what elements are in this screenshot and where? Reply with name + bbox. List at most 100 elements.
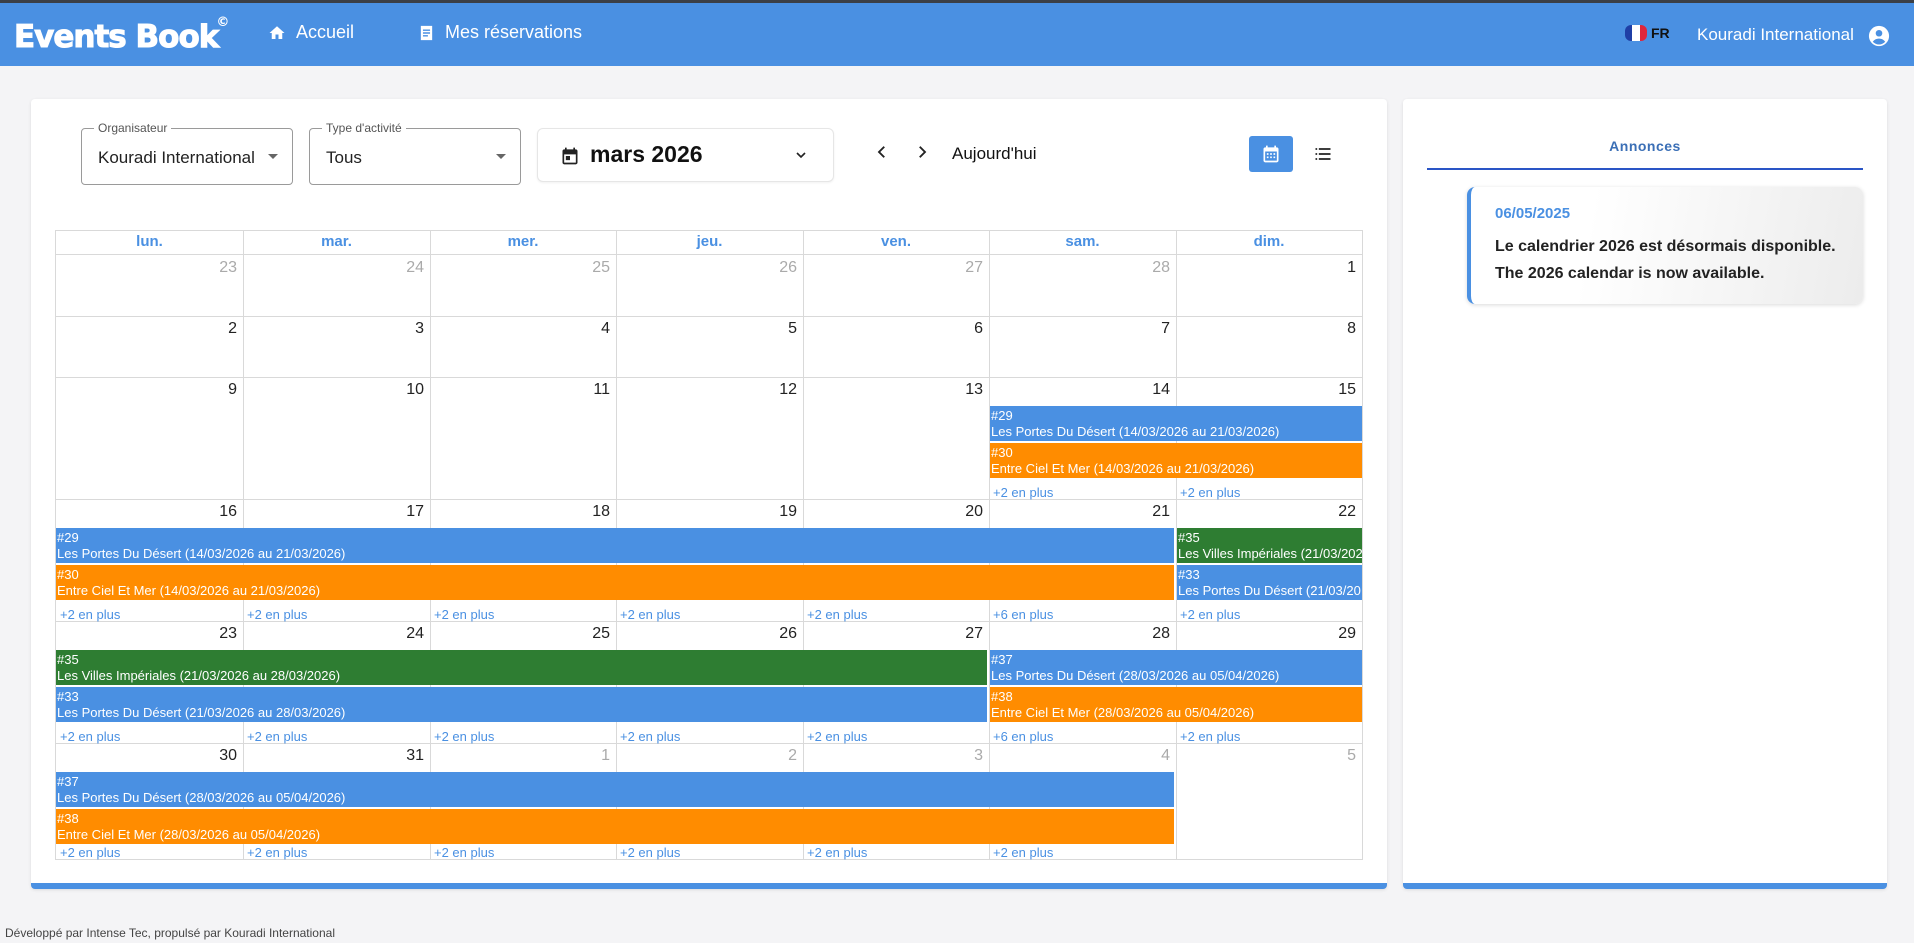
more-events-link[interactable]: +2 en plus	[247, 729, 307, 744]
tab-announcements[interactable]: Annonces	[1427, 138, 1863, 154]
more-events-link[interactable]: +2 en plus	[807, 607, 867, 622]
account-circle-icon[interactable]	[1868, 25, 1890, 47]
day-number[interactable]: 1	[580, 747, 610, 765]
day-number[interactable]: 13	[953, 381, 983, 399]
more-events-link[interactable]: +6 en plus	[993, 729, 1053, 744]
day-number[interactable]: 10	[394, 381, 424, 399]
day-number[interactable]: 6	[953, 320, 983, 338]
day-number[interactable]: 25	[580, 625, 610, 643]
more-events-link[interactable]: +2 en plus	[620, 845, 680, 860]
day-number[interactable]: 29	[1326, 625, 1356, 643]
event-bar[interactable]: #29 Les Portes Du Désert (14/03/2026 au 2…	[990, 406, 1362, 441]
more-events-link[interactable]: +2 en plus	[247, 845, 307, 860]
day-number[interactable]: 28	[1140, 259, 1170, 277]
more-events-link[interactable]: +2 en plus	[60, 845, 120, 860]
more-events-link[interactable]: +2 en plus	[434, 607, 494, 622]
event-title: Entre Ciel Et Mer (14/03/2026 au 21/03/2…	[991, 461, 1255, 476]
event-bar[interactable]: #38 Entre Ciel Et Mer (28/03/2026 au 05/0…	[990, 687, 1362, 722]
event-bar[interactable]: #30 Entre Ciel Et Mer (14/03/2026 au 21/0…	[56, 565, 1174, 600]
day-number[interactable]: 20	[953, 503, 983, 521]
month-selector[interactable]: mars 2026	[537, 128, 834, 182]
day-number[interactable]: 2	[767, 747, 797, 765]
more-events-link[interactable]: +2 en plus	[807, 845, 867, 860]
event-id: #38	[57, 811, 79, 826]
weekday-header: ven.	[803, 231, 989, 255]
nav-reservations-link[interactable]: Mes réservations	[418, 22, 582, 43]
more-events-link[interactable]: +2 en plus	[434, 729, 494, 744]
event-id: #29	[991, 408, 1013, 423]
day-number[interactable]: 5	[767, 320, 797, 338]
day-number[interactable]: 26	[767, 625, 797, 643]
day-number[interactable]: 7	[1140, 320, 1170, 338]
day-number[interactable]: 3	[953, 747, 983, 765]
more-events-link[interactable]: +2 en plus	[620, 607, 680, 622]
day-number[interactable]: 25	[580, 259, 610, 277]
day-number[interactable]: 24	[394, 259, 424, 277]
more-events-link[interactable]: +2 en plus	[60, 607, 120, 622]
language-selector[interactable]: FR	[1625, 25, 1670, 41]
day-number[interactable]: 21	[1140, 503, 1170, 521]
day-number[interactable]: 27	[953, 259, 983, 277]
event-bar[interactable]: #30 Entre Ciel Et Mer (14/03/2026 au 21/0…	[990, 443, 1362, 478]
event-bar[interactable]: #33 Les Portes Du Désert (21/03/20	[1177, 565, 1362, 600]
today-button[interactable]: Aujourd'hui	[952, 144, 1037, 164]
day-number[interactable]: 26	[767, 259, 797, 277]
weekday-header: jeu.	[616, 231, 803, 255]
more-events-link[interactable]: +2 en plus	[620, 729, 680, 744]
day-number[interactable]: 15	[1326, 381, 1356, 399]
day-number[interactable]: 2	[207, 320, 237, 338]
month-view-button[interactable]	[1249, 136, 1293, 172]
day-number[interactable]: 27	[953, 625, 983, 643]
next-month-button[interactable]	[913, 143, 931, 161]
day-number[interactable]: 23	[207, 625, 237, 643]
event-id: #33	[1178, 567, 1200, 582]
day-number[interactable]: 16	[207, 503, 237, 521]
more-events-link[interactable]: +2 en plus	[993, 485, 1053, 500]
user-name[interactable]: Kouradi International	[1697, 25, 1854, 45]
event-bar[interactable]: #35 Les Villes Impériales (21/03/2026 au …	[56, 650, 987, 685]
day-number[interactable]: 9	[207, 381, 237, 399]
more-events-link[interactable]: +2 en plus	[1180, 729, 1240, 744]
event-bar[interactable]: #35 Les Villes Impériales (21/03/2026	[1177, 528, 1362, 563]
day-number[interactable]: 22	[1326, 503, 1356, 521]
day-number[interactable]: 18	[580, 503, 610, 521]
day-number[interactable]: 3	[394, 320, 424, 338]
day-number[interactable]: 4	[1140, 747, 1170, 765]
event-bar[interactable]: #37 Les Portes Du Désert (28/03/2026 au 0…	[990, 650, 1362, 685]
more-events-link[interactable]: +2 en plus	[1180, 485, 1240, 500]
day-number[interactable]: 19	[767, 503, 797, 521]
day-number[interactable]: 12	[767, 381, 797, 399]
list-view-button[interactable]	[1301, 136, 1345, 172]
day-number[interactable]: 30	[207, 747, 237, 765]
day-number[interactable]: 14	[1140, 381, 1170, 399]
prev-month-button[interactable]	[873, 143, 891, 161]
announcement-text-fr: Le calendrier 2026 est désormais disponi…	[1495, 238, 1836, 255]
dropdown-arrow-icon	[496, 154, 506, 159]
more-events-link[interactable]: +2 en plus	[60, 729, 120, 744]
day-number[interactable]: 4	[580, 320, 610, 338]
event-bar[interactable]: #33 Les Portes Du Désert (21/03/2026 au 2…	[56, 687, 987, 722]
more-events-link[interactable]: +2 en plus	[434, 845, 494, 860]
more-events-link[interactable]: +2 en plus	[247, 607, 307, 622]
more-events-link[interactable]: +6 en plus	[993, 607, 1053, 622]
day-number[interactable]: 17	[394, 503, 424, 521]
more-events-link[interactable]: +2 en plus	[993, 845, 1053, 860]
day-number[interactable]: 5	[1326, 747, 1356, 765]
activity-type-select[interactable]: Type d'activité Tous	[309, 121, 521, 185]
event-bar[interactable]: #38 Entre Ciel Et Mer (28/03/2026 au 05/0…	[56, 809, 1174, 844]
day-number[interactable]: 8	[1326, 320, 1356, 338]
day-number[interactable]: 11	[580, 381, 610, 399]
event-bar[interactable]: #29 Les Portes Du Désert (14/03/2026 au 2…	[56, 528, 1174, 563]
nav-home-link[interactable]: Accueil	[268, 22, 354, 43]
organizer-select[interactable]: Organisateur Kouradi International	[81, 121, 293, 185]
app-logo[interactable]: Events Book ©	[13, 15, 229, 56]
day-number[interactable]: 31	[394, 747, 424, 765]
day-number[interactable]: 28	[1140, 625, 1170, 643]
event-title: Les Portes Du Désert (21/03/2026 au 28/0…	[57, 705, 346, 720]
day-number[interactable]: 23	[207, 259, 237, 277]
day-number[interactable]: 1	[1326, 259, 1356, 277]
more-events-link[interactable]: +2 en plus	[1180, 607, 1240, 622]
more-events-link[interactable]: +2 en plus	[807, 729, 867, 744]
event-bar[interactable]: #37 Les Portes Du Désert (28/03/2026 au 0…	[56, 772, 1174, 807]
day-number[interactable]: 24	[394, 625, 424, 643]
